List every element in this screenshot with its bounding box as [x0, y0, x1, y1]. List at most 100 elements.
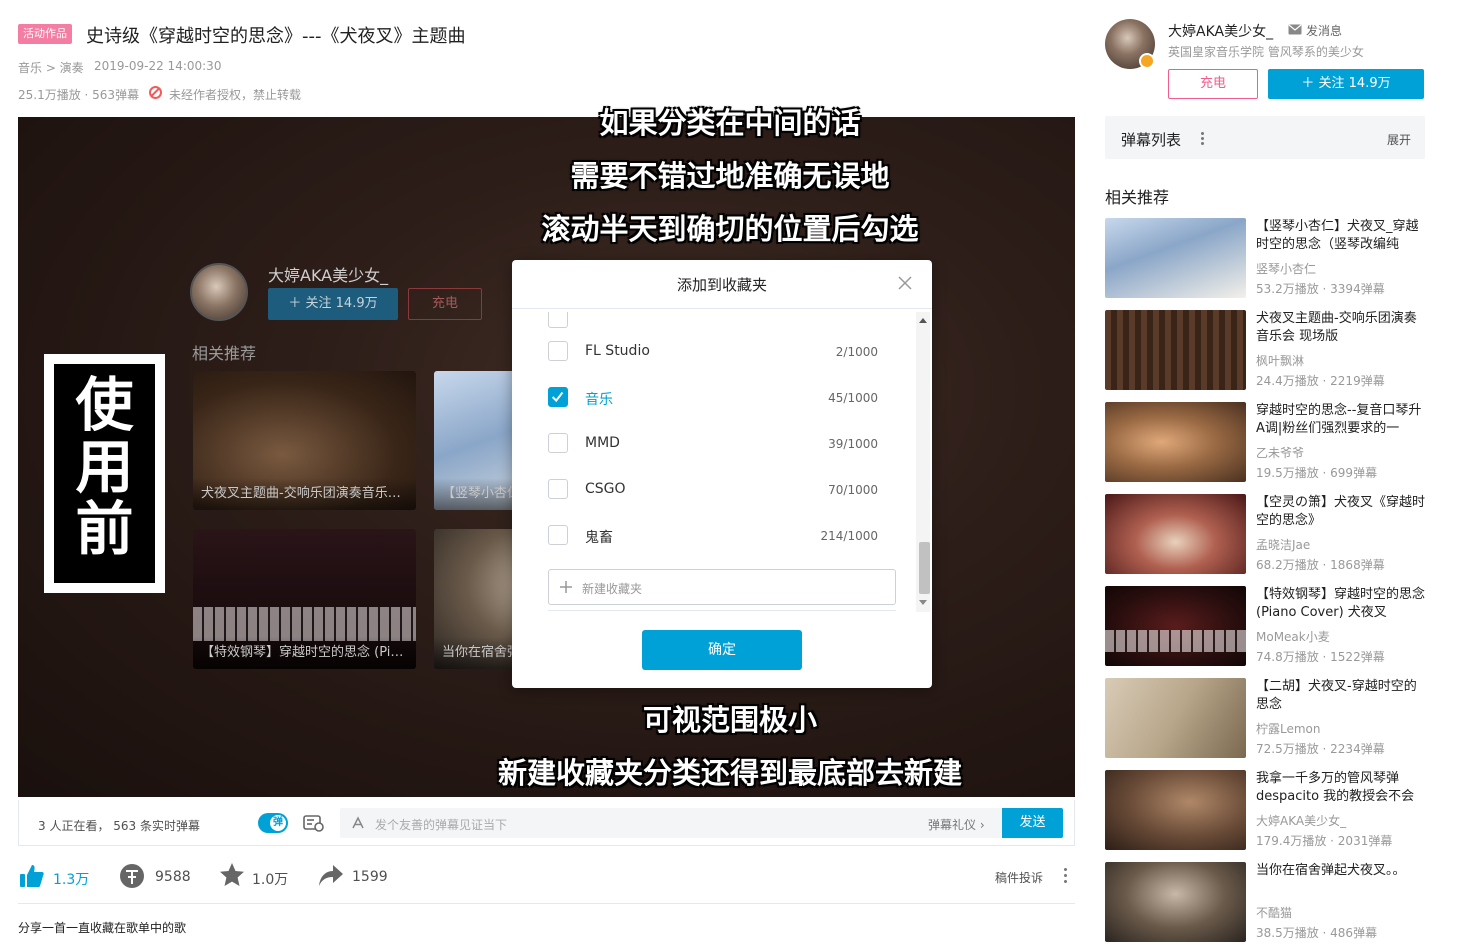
- recommendation-up[interactable]: 枫叶飘淋: [1256, 352, 1304, 369]
- folder-count: 45/1000: [828, 391, 878, 405]
- recommendation-title[interactable]: 【空灵の箫】犬夜叉《穿越时空的思念》: [1256, 494, 1428, 530]
- recommendation-up[interactable]: 孟晓洁Jae: [1256, 536, 1310, 553]
- folder-checkbox[interactable]: [548, 433, 568, 453]
- recommendation-item[interactable]: 当你在宿舍弹起犬夜叉。。 不酷猫 38.5万播放 · 486弹幕: [1105, 862, 1425, 942]
- overlay-caption: 滚动半天到确切的位置后勾选: [541, 212, 919, 246]
- recommendation-thumbnail[interactable]: [1105, 678, 1246, 758]
- recommendation-stats: 74.8万播放 · 1522弹幕: [1256, 650, 1385, 664]
- recommendation-thumbnail[interactable]: [1105, 310, 1246, 390]
- like-icon[interactable]: [19, 864, 45, 888]
- danmaku-toggle[interactable]: 弹: [258, 813, 288, 833]
- recommendation-title[interactable]: 【特效钢琴】穿越时空的思念 (Piano Cover) 犬夜叉: [1256, 586, 1428, 622]
- piano-keys-graphic: [1105, 630, 1246, 652]
- recommendation-item[interactable]: 穿越时空的思念--复音口琴升A调|粉丝们强烈要求的一 乙未爷爷 19.5万播放 …: [1105, 402, 1425, 482]
- recommendation-thumbnail[interactable]: [1105, 586, 1246, 666]
- recommendation-title[interactable]: 【二胡】犬夜叉-穿越时空的思念: [1256, 678, 1428, 714]
- recommendation-up[interactable]: 柠露Lemon: [1256, 720, 1321, 737]
- dialog-divider: [512, 308, 932, 309]
- before-label-box: 使用前: [44, 354, 165, 593]
- scroll-up-arrow-icon[interactable]: [919, 318, 927, 323]
- charge-button[interactable]: 充电: [1168, 69, 1258, 99]
- up-name[interactable]: 大婷AKA美少女_: [1168, 21, 1273, 41]
- recommendation-up[interactable]: 大婷AKA美少女_: [1256, 812, 1346, 829]
- danmaku-list-panel[interactable]: 弹幕列表 展开: [1105, 116, 1425, 159]
- recommendation-item[interactable]: 【二胡】犬夜叉-穿越时空的思念 柠露Lemon 72.5万播放 · 2234弹幕: [1105, 678, 1425, 758]
- danmaku-list-menu-icon[interactable]: [1201, 132, 1204, 146]
- star-icon[interactable]: [219, 862, 245, 888]
- confirm-button[interactable]: 确定: [642, 630, 802, 670]
- danmaku-input[interactable]: 发个友善的弹幕见证当下 弹幕礼仪 ›: [340, 808, 1002, 838]
- recommendation-item[interactable]: 【竖琴小杏仁】犬夜叉_穿越时空的思念（竖琴改编纯 竖琴小杏仁 53.2万播放 ·…: [1105, 218, 1425, 298]
- checkmark-icon: [551, 391, 564, 403]
- folder-row[interactable]: FL Studio 2/1000: [512, 328, 916, 374]
- favorite-count[interactable]: 1.0万: [252, 869, 288, 889]
- endcard-related-item[interactable]: 【特效钢琴】穿越时空的思念 (Piano Cover): [193, 529, 416, 669]
- mail-icon[interactable]: [1288, 24, 1302, 35]
- recommendation-thumbnail[interactable]: [1105, 218, 1246, 298]
- share-icon[interactable]: [318, 864, 344, 888]
- like-count[interactable]: 1.3万: [53, 869, 89, 889]
- folder-name: 鬼畜: [585, 530, 613, 546]
- folder-row[interactable]: CSGO 70/1000: [512, 466, 916, 512]
- recommendation-title[interactable]: 穿越时空的思念--复音口琴升A调|粉丝们强烈要求的一: [1256, 402, 1428, 438]
- recommendation-stats: 24.4万播放 · 2219弹幕: [1256, 374, 1385, 388]
- recommendation-up[interactable]: 竖琴小杏仁: [1256, 260, 1316, 277]
- recommendation-item[interactable]: 我拿一千多万的管风琴弹despacito 我的教授会不会 大婷AKA美少女_ 1…: [1105, 770, 1425, 850]
- danmaku-etiquette-link[interactable]: 弹幕礼仪 ›: [928, 816, 985, 833]
- dialog-title: 添加到收藏夹: [676, 276, 767, 294]
- folder-row[interactable]: MMD 39/1000: [512, 420, 916, 466]
- folder-checkbox[interactable]: [548, 341, 568, 361]
- coin-count[interactable]: 9588: [155, 869, 191, 885]
- recommendation-thumbnail[interactable]: [1105, 770, 1246, 850]
- activity-badge[interactable]: 活动作品: [18, 24, 72, 44]
- danmaku-settings-icon[interactable]: [303, 814, 325, 832]
- more-options-icon[interactable]: [1064, 866, 1068, 886]
- scrollbar-thumb[interactable]: [919, 542, 930, 594]
- endcard-related-item[interactable]: 犬夜叉主题曲-交响乐团演奏音乐会 现场版: [193, 371, 416, 510]
- recommendation-thumbnail[interactable]: [1105, 402, 1246, 482]
- overlay-caption: 如果分类在中间的话: [599, 106, 861, 140]
- endcard-up-name[interactable]: 大婷AKA美少女_: [268, 262, 388, 286]
- new-folder-input[interactable]: 新建收藏夹: [548, 569, 896, 605]
- share-count[interactable]: 1599: [352, 869, 388, 885]
- endcard-follow-button[interactable]: ＋ 关注 14.9万: [268, 288, 398, 320]
- scroll-down-arrow-icon[interactable]: [919, 600, 927, 605]
- folder-row[interactable]: 音乐 45/1000: [512, 374, 916, 420]
- viewer-count: 3 人正在看， 563 条实时弹幕: [38, 819, 200, 833]
- close-icon[interactable]: [896, 274, 914, 292]
- add-to-favorites-dialog: 添加到收藏夹 FL Studio 2/1000 音乐 45/1000 MMD 3…: [512, 260, 932, 688]
- follow-button[interactable]: ＋ 关注 14.9万: [1268, 69, 1424, 99]
- font-style-icon[interactable]: [351, 816, 365, 830]
- recommendation-title[interactable]: 当你在宿舍弹起犬夜叉。。: [1256, 862, 1428, 898]
- breadcrumb[interactable]: 音乐 > 演奏: [18, 59, 84, 76]
- piano-keys-graphic: [193, 607, 416, 641]
- recommendation-stats: 179.4万播放 · 2031弹幕: [1256, 834, 1393, 848]
- recommendation-up[interactable]: 不酷猫: [1256, 904, 1292, 921]
- folder-checkbox[interactable]: [548, 525, 568, 545]
- folder-name: CSGO: [585, 481, 626, 497]
- danmaku-toggle-glyph: 弹: [270, 815, 286, 831]
- endcard-up-avatar[interactable]: [190, 263, 248, 321]
- coin-icon[interactable]: [119, 863, 145, 889]
- folder-checkbox-partial[interactable]: [548, 312, 568, 328]
- recommendation-item[interactable]: 犬夜叉主题曲-交响乐团演奏音乐会 现场版 枫叶飘淋 24.4万播放 · 2219…: [1105, 310, 1425, 390]
- recommendation-title[interactable]: 犬夜叉主题曲-交响乐团演奏音乐会 现场版: [1256, 310, 1428, 346]
- recommendation-up[interactable]: 乙未爷爷: [1256, 444, 1304, 461]
- recommendation-item[interactable]: 【特效钢琴】穿越时空的思念 (Piano Cover) 犬夜叉 MoMeak小麦…: [1105, 586, 1425, 666]
- recommendation-item[interactable]: 【空灵の箫】犬夜叉《穿越时空的思念》 孟晓洁Jae 68.2万播放 · 1868…: [1105, 494, 1425, 574]
- send-message-link[interactable]: 发消息: [1306, 22, 1342, 39]
- expand-button[interactable]: 展开: [1387, 131, 1411, 148]
- recommendation-thumbnail[interactable]: [1105, 494, 1246, 574]
- recommendation-title[interactable]: 【竖琴小杏仁】犬夜叉_穿越时空的思念（竖琴改编纯: [1256, 218, 1428, 254]
- recommendation-thumbnail[interactable]: [1105, 862, 1246, 942]
- folder-checkbox-checked[interactable]: [548, 387, 568, 407]
- folder-row[interactable]: 鬼畜 214/1000: [512, 512, 916, 558]
- folder-list-scrollbar[interactable]: [916, 312, 930, 612]
- folder-checkbox[interactable]: [548, 479, 568, 499]
- report-link[interactable]: 稿件投诉: [995, 869, 1043, 886]
- recommendation-up[interactable]: MoMeak小麦: [1256, 628, 1330, 645]
- danmaku-send-button[interactable]: 发送: [1002, 808, 1063, 838]
- recommendation-title[interactable]: 我拿一千多万的管风琴弹despacito 我的教授会不会: [1256, 770, 1428, 806]
- favorites-folder-list[interactable]: FL Studio 2/1000 音乐 45/1000 MMD 39/1000: [512, 312, 916, 612]
- endcard-charge-button[interactable]: 充电: [408, 288, 482, 320]
